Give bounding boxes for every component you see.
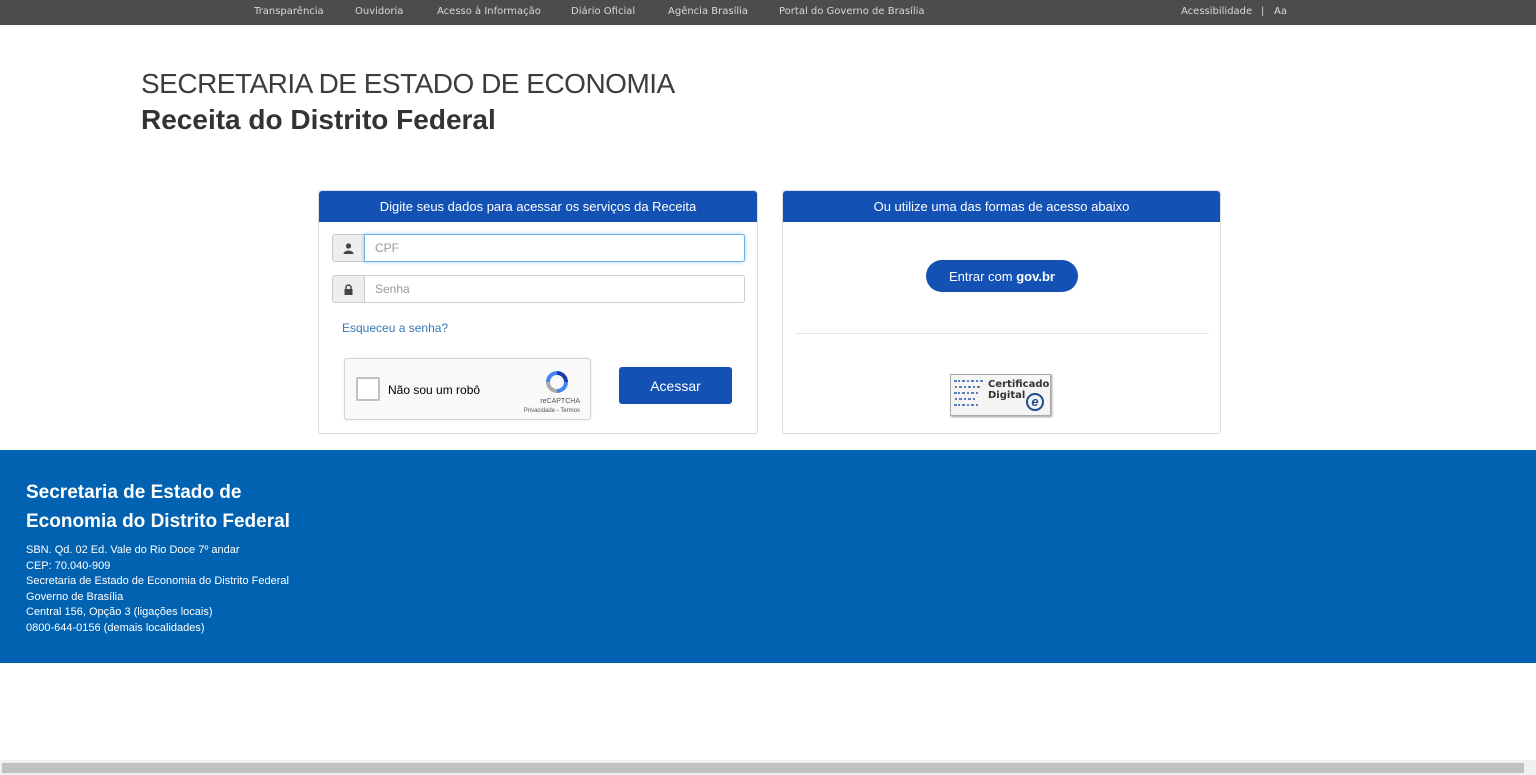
recaptcha-brand: reCAPTCHA [540, 398, 580, 405]
footer: Secretaria de Estado de Economia do Dist… [0, 450, 1536, 663]
page-title: Receita do Distrito Federal [141, 104, 496, 135]
footer-org-line: Secretaria de Estado de Economia do Dist… [26, 575, 289, 587]
nav-link-diario-oficial[interactable]: Diário Oficial [571, 6, 635, 17]
recaptcha-terms-link[interactable]: Termos [560, 408, 580, 414]
acessar-button[interactable]: Acessar [619, 367, 732, 404]
nav-link-portal-governo[interactable]: Portal do Governo de Brasília [779, 6, 925, 17]
accessibility-link[interactable]: Acessibilidade [1181, 6, 1252, 17]
certificate-binary-pattern [954, 378, 988, 414]
digital-certificate-button[interactable]: Certificado Digital e [950, 374, 1051, 416]
footer-title-line1: Secretaria de Estado de [26, 482, 242, 503]
recaptcha-checkbox[interactable] [356, 377, 380, 401]
footer-phone-other-line: 0800-644-0156 (demais localidades) [26, 621, 205, 634]
certificate-label-line1: Certificado [988, 379, 1050, 390]
lock-icon [332, 275, 364, 303]
login-panel: Digite seus dados para acessar os serviç… [318, 190, 758, 434]
certificate-e-icon: e [1026, 393, 1044, 411]
top-navigation-bar: Transparência Ouvidoria Acesso à Informa… [0, 0, 1536, 25]
footer-phone-local-line: Central 156, Opção 3 (ligações locais) [26, 606, 213, 618]
senha-input[interactable] [364, 275, 745, 303]
nav-link-transparencia[interactable]: Transparência [254, 6, 324, 17]
alternative-access-title: Ou utilize uma das formas de acesso abai… [783, 191, 1220, 222]
govbr-button-prefix: Entrar com [949, 268, 1017, 284]
recaptcha-links: Privacidade - Termos [524, 408, 580, 414]
footer-gov-line: Governo de Brasília [26, 590, 124, 603]
nav-link-agencia-brasilia[interactable]: Agência Brasília [668, 6, 748, 17]
user-icon [332, 234, 364, 262]
senha-input-group [332, 275, 745, 303]
horizontal-scrollbar[interactable] [0, 760, 1536, 775]
footer-title-line2: Economia do Distrito Federal [26, 511, 290, 532]
recaptcha-privacy-link[interactable]: Privacidade [524, 408, 555, 414]
recaptcha-widget: Não sou um robô reCAPTCHA Privacidade - … [344, 358, 591, 420]
forgot-password-link[interactable]: Esqueceu a senha? [342, 321, 448, 335]
nav-link-ouvidoria[interactable]: Ouvidoria [355, 6, 403, 17]
footer-title: Secretaria de Estado de Economia do Dist… [26, 478, 290, 536]
nav-link-acesso-informacao[interactable]: Acesso à Informação [437, 6, 541, 17]
footer-address: SBN. Qd. 02 Ed. Vale do Rio Doce 7º anda… [26, 543, 289, 636]
font-size-toggle[interactable]: Aa [1274, 6, 1287, 17]
govbr-brand: gov.br [1016, 268, 1055, 284]
recaptcha-label: Não sou um robô [388, 383, 481, 397]
cpf-input-group [332, 234, 745, 262]
footer-address-line: SBN. Qd. 02 Ed. Vale do Rio Doce 7º anda… [26, 544, 240, 556]
divider [795, 333, 1209, 334]
scrollbar-thumb[interactable] [2, 763, 1524, 773]
footer-cep-line: CEP: 70.040-909 [26, 559, 111, 572]
organization-title: SECRETARIA DE ESTADO DE ECONOMIA [141, 68, 675, 99]
topbar-separator: | [1261, 6, 1265, 17]
recaptcha-logo-icon [546, 371, 568, 393]
cpf-input[interactable] [364, 234, 745, 262]
login-panel-title: Digite seus dados para acessar os serviç… [319, 191, 757, 222]
alternative-access-panel: Ou utilize uma das formas de acesso abai… [782, 190, 1221, 434]
govbr-login-button[interactable]: Entrar com gov.br [926, 260, 1078, 292]
